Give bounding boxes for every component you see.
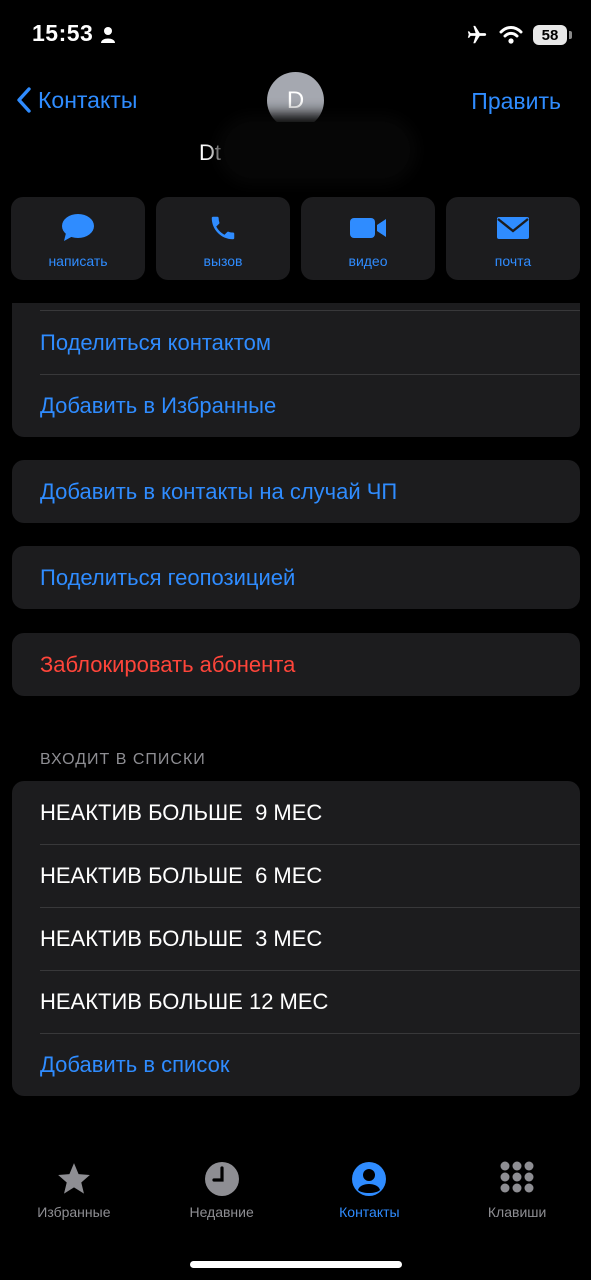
add-to-list-button[interactable]: Добавить в список — [12, 1033, 580, 1096]
location-card: Поделиться геопозицией — [12, 546, 580, 609]
airplane-icon — [467, 25, 487, 44]
call-button[interactable]: вызов — [156, 197, 290, 280]
video-button[interactable]: видео — [301, 197, 435, 280]
block-caller-button[interactable]: Заблокировать абонента — [12, 633, 580, 696]
message-button[interactable]: написать — [11, 197, 145, 280]
keypad-icon — [500, 1161, 534, 1193]
list-item[interactable]: НЕАКТИВ БОЛЬШЕ 9 МЕС — [12, 781, 580, 844]
person-status-icon — [101, 27, 115, 43]
tab-contacts[interactable]: Контакты — [296, 1160, 444, 1240]
avatar-initial: D — [286, 86, 305, 114]
tab-contacts-label: Контакты — [339, 1204, 400, 1220]
tab-keypad[interactable]: Клавиши — [443, 1160, 591, 1240]
person-circle-icon — [352, 1162, 387, 1196]
list-item[interactable]: НЕАКТИВ БОЛЬШЕ 6 МЕС — [12, 844, 580, 907]
chevron-left-icon — [17, 87, 31, 113]
status-time: 15:53 — [32, 20, 94, 46]
contact-options-card: Поделиться контактом Добавить в Избранны… — [12, 303, 580, 437]
separator — [40, 303, 580, 311]
message-button-label: написать — [48, 253, 108, 269]
mail-button-label: почта — [494, 253, 532, 269]
phone-icon — [211, 216, 235, 240]
contact-name: Dt — [199, 140, 221, 165]
add-emergency-contact-button[interactable]: Добавить в контакты на случай ЧП — [12, 460, 580, 523]
tab-keypad-label: Клавиши — [487, 1204, 547, 1220]
redaction-blur — [224, 122, 410, 178]
tab-recents-label: Недавние — [189, 1204, 254, 1220]
clock-icon — [204, 1162, 239, 1196]
message-icon — [62, 214, 94, 241]
tab-favorites[interactable]: Избранные — [0, 1160, 148, 1240]
star-icon — [58, 1163, 90, 1194]
battery-icon: 58 — [533, 25, 572, 45]
tab-bar: Избранные Недавние Контакты Клавиши — [0, 1160, 591, 1240]
back-button[interactable]: Контакты — [16, 86, 137, 114]
edit-button[interactable]: Править — [471, 88, 561, 115]
add-to-favorites-button[interactable]: Добавить в Избранные — [12, 374, 580, 437]
avatar: D — [267, 72, 324, 129]
share-contact-button[interactable]: Поделиться контактом — [12, 311, 580, 374]
list-item[interactable]: НЕАКТИВ БОЛЬШЕ 3 МЕС — [12, 907, 580, 970]
block-card: Заблокировать абонента — [12, 633, 580, 696]
action-buttons: написать вызов видео почта — [11, 197, 580, 280]
video-icon — [350, 218, 386, 238]
call-button-label: вызов — [203, 253, 243, 269]
video-button-label: видео — [348, 253, 388, 269]
status-indicators: 58 — [465, 22, 572, 48]
lists-card: НЕАКТИВ БОЛЬШЕ 9 МЕС НЕАКТИВ БОЛЬШЕ 6 МЕ… — [12, 781, 580, 1096]
tab-recents[interactable]: Недавние — [148, 1160, 296, 1240]
wifi-icon — [499, 26, 523, 44]
lists-section-header: ВХОДИТ В СПИСКИ — [40, 751, 206, 768]
list-item[interactable]: НЕАКТИВ БОЛЬШЕ 12 МЕС — [12, 970, 580, 1033]
battery-level: 58 — [541, 26, 559, 44]
home-indicator[interactable] — [190, 1261, 402, 1268]
emergency-card: Добавить в контакты на случай ЧП — [12, 460, 580, 523]
tab-favorites-label: Избранные — [37, 1204, 111, 1220]
back-label: Контакты — [38, 86, 138, 113]
mail-icon — [497, 217, 529, 239]
mail-button[interactable]: почта — [446, 197, 580, 280]
share-location-button[interactable]: Поделиться геопозицией — [12, 546, 580, 609]
